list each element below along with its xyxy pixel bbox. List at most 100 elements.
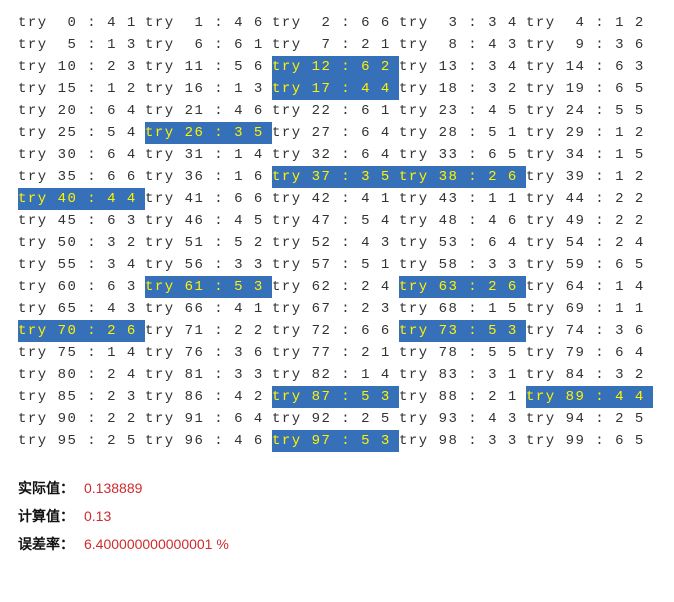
try-item-59: try 59 : 6 5: [526, 254, 653, 276]
try-item-99: try 99 : 6 5: [526, 430, 653, 452]
try-item-49: try 49 : 2 2: [526, 210, 653, 232]
try-item-11: try 11 : 5 6: [145, 56, 272, 78]
try-item-54: try 54 : 2 4: [526, 232, 653, 254]
try-item-73: try 73 : 5 3: [399, 320, 526, 342]
try-item-78: try 78 : 5 5: [399, 342, 526, 364]
try-item-30: try 30 : 6 4: [18, 144, 145, 166]
try-item-60: try 60 : 6 3: [18, 276, 145, 298]
try-item-85: try 85 : 2 3: [18, 386, 145, 408]
try-item-53: try 53 : 6 4: [399, 232, 526, 254]
try-item-72: try 72 : 6 6: [272, 320, 399, 342]
try-item-22: try 22 : 6 1: [272, 100, 399, 122]
stats-row-calc: 计算值： 0.13: [18, 502, 656, 530]
try-item-42: try 42 : 4 1: [272, 188, 399, 210]
try-item-37: try 37 : 3 5: [272, 166, 399, 188]
try-item-18: try 18 : 3 2: [399, 78, 526, 100]
try-item-36: try 36 : 1 6: [145, 166, 272, 188]
try-item-15: try 15 : 1 2: [18, 78, 145, 100]
try-item-12: try 12 : 6 2: [272, 56, 399, 78]
try-item-55: try 55 : 3 4: [18, 254, 145, 276]
try-item-79: try 79 : 6 4: [526, 342, 653, 364]
try-item-21: try 21 : 4 6: [145, 100, 272, 122]
try-item-64: try 64 : 1 4: [526, 276, 653, 298]
try-item-28: try 28 : 5 1: [399, 122, 526, 144]
stats-row-actual: 实际值： 0.138889: [18, 474, 656, 502]
try-item-27: try 27 : 6 4: [272, 122, 399, 144]
try-item-74: try 74 : 3 6: [526, 320, 653, 342]
try-item-32: try 32 : 6 4: [272, 144, 399, 166]
try-item-83: try 83 : 3 1: [399, 364, 526, 386]
try-item-23: try 23 : 4 5: [399, 100, 526, 122]
try-item-68: try 68 : 1 5: [399, 298, 526, 320]
try-item-75: try 75 : 1 4: [18, 342, 145, 364]
try-item-20: try 20 : 6 4: [18, 100, 145, 122]
try-item-90: try 90 : 2 2: [18, 408, 145, 430]
try-item-91: try 91 : 6 4: [145, 408, 272, 430]
try-item-58: try 58 : 3 3: [399, 254, 526, 276]
try-item-40: try 40 : 4 4: [18, 188, 145, 210]
try-item-61: try 61 : 5 3: [145, 276, 272, 298]
actual-value: 0.138889: [84, 474, 142, 502]
try-item-48: try 48 : 4 6: [399, 210, 526, 232]
try-item-31: try 31 : 1 4: [145, 144, 272, 166]
try-item-7: try 7 : 2 1: [272, 34, 399, 56]
try-item-10: try 10 : 2 3: [18, 56, 145, 78]
try-item-14: try 14 : 6 3: [526, 56, 653, 78]
try-item-56: try 56 : 3 3: [145, 254, 272, 276]
try-item-69: try 69 : 1 1: [526, 298, 653, 320]
try-item-5: try 5 : 1 3: [18, 34, 145, 56]
try-item-95: try 95 : 2 5: [18, 430, 145, 452]
try-item-35: try 35 : 6 6: [18, 166, 145, 188]
try-item-50: try 50 : 3 2: [18, 232, 145, 254]
try-item-84: try 84 : 3 2: [526, 364, 653, 386]
try-item-94: try 94 : 2 5: [526, 408, 653, 430]
error-value: 6.400000000000001 %: [84, 530, 229, 558]
try-item-88: try 88 : 2 1: [399, 386, 526, 408]
try-item-41: try 41 : 6 6: [145, 188, 272, 210]
try-item-71: try 71 : 2 2: [145, 320, 272, 342]
try-item-0: try 0 : 4 1: [18, 12, 145, 34]
try-item-89: try 89 : 4 4: [526, 386, 653, 408]
try-item-66: try 66 : 4 1: [145, 298, 272, 320]
stats-block: 实际值： 0.138889 计算值： 0.13 误差率： 6.400000000…: [18, 474, 656, 558]
try-item-47: try 47 : 5 4: [272, 210, 399, 232]
try-item-19: try 19 : 6 5: [526, 78, 653, 100]
try-item-1: try 1 : 4 6: [145, 12, 272, 34]
try-item-4: try 4 : 1 2: [526, 12, 653, 34]
try-item-65: try 65 : 4 3: [18, 298, 145, 320]
try-item-92: try 92 : 2 5: [272, 408, 399, 430]
actual-label: 实际值：: [18, 474, 74, 502]
try-item-2: try 2 : 6 6: [272, 12, 399, 34]
try-item-51: try 51 : 5 2: [145, 232, 272, 254]
try-item-33: try 33 : 6 5: [399, 144, 526, 166]
try-item-63: try 63 : 2 6: [399, 276, 526, 298]
try-item-26: try 26 : 3 5: [145, 122, 272, 144]
try-item-87: try 87 : 5 3: [272, 386, 399, 408]
try-item-97: try 97 : 5 3: [272, 430, 399, 452]
try-item-52: try 52 : 4 3: [272, 232, 399, 254]
try-item-77: try 77 : 2 1: [272, 342, 399, 364]
try-item-8: try 8 : 4 3: [399, 34, 526, 56]
try-grid: try 0 : 4 1try 1 : 4 6try 2 : 6 6try 3 :…: [18, 12, 656, 452]
calc-label: 计算值：: [18, 502, 74, 530]
try-item-25: try 25 : 5 4: [18, 122, 145, 144]
try-item-81: try 81 : 3 3: [145, 364, 272, 386]
try-item-98: try 98 : 3 3: [399, 430, 526, 452]
try-item-16: try 16 : 1 3: [145, 78, 272, 100]
try-item-39: try 39 : 1 2: [526, 166, 653, 188]
try-item-43: try 43 : 1 1: [399, 188, 526, 210]
try-item-29: try 29 : 1 2: [526, 122, 653, 144]
try-item-67: try 67 : 2 3: [272, 298, 399, 320]
try-item-86: try 86 : 4 2: [145, 386, 272, 408]
try-item-3: try 3 : 3 4: [399, 12, 526, 34]
try-item-34: try 34 : 1 5: [526, 144, 653, 166]
try-item-46: try 46 : 4 5: [145, 210, 272, 232]
try-item-57: try 57 : 5 1: [272, 254, 399, 276]
try-item-6: try 6 : 6 1: [145, 34, 272, 56]
error-label: 误差率：: [18, 530, 74, 558]
try-item-62: try 62 : 2 4: [272, 276, 399, 298]
calc-value: 0.13: [84, 502, 111, 530]
stats-row-error: 误差率： 6.400000000000001 %: [18, 530, 656, 558]
try-item-70: try 70 : 2 6: [18, 320, 145, 342]
try-item-82: try 82 : 1 4: [272, 364, 399, 386]
